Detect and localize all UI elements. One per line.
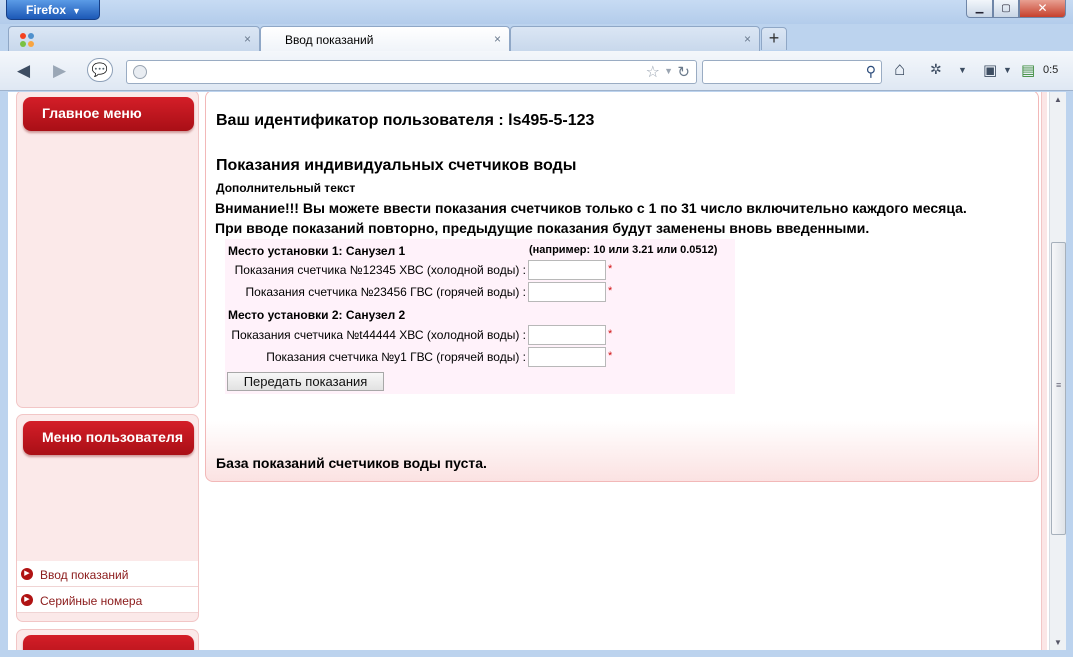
maximize-button[interactable]: ▢ xyxy=(993,0,1019,18)
joomla-icon xyxy=(20,33,34,47)
meter-input-cold-2[interactable] xyxy=(528,325,606,345)
home-icon[interactable]: ⌂ xyxy=(894,59,905,81)
search-icon[interactable]: ⚲ xyxy=(866,63,876,80)
arrow-bullet-icon: ▶ xyxy=(21,594,33,606)
location-label-1: Место установки 1: Санузел 1 xyxy=(228,244,406,258)
forward-arrow-icon[interactable]: ▶ xyxy=(53,61,66,81)
meter-label: Показания счетчика №12345 ХВС (холодной … xyxy=(234,263,526,277)
new-tab-button[interactable]: + xyxy=(761,27,787,50)
firefox-menu-label: Firefox xyxy=(26,3,67,17)
window-frame-left xyxy=(0,92,8,657)
tab-blank[interactable]: × xyxy=(510,26,760,51)
bookmark-star-icon[interactable]: ☆ xyxy=(646,62,660,82)
user-menu-module: Меню пользователя ▶ Ввод показаний ▶ Сер… xyxy=(16,414,199,622)
required-mark: * xyxy=(608,285,613,297)
meter-input-hot-1[interactable] xyxy=(528,282,606,302)
url-bar[interactable]: ☆ ▼ ↻ xyxy=(126,60,697,84)
history-dropdown-icon[interactable]: ▼ xyxy=(664,66,673,76)
required-mark: * xyxy=(608,350,613,362)
tab-joomla[interactable]: × xyxy=(8,26,260,51)
required-mark: * xyxy=(608,263,613,275)
chevron-down-icon[interactable]: ▼ xyxy=(1003,65,1012,75)
empty-database-message: База показаний счетчиков воды пуста. xyxy=(216,455,487,471)
search-input[interactable]: ⚲ xyxy=(702,60,882,84)
page-right-border xyxy=(1041,92,1047,650)
scroll-up-icon[interactable]: ▲ xyxy=(1054,95,1062,104)
meter-label: Показания счетчика №t44444 ХВС (холодной… xyxy=(231,328,526,342)
menu-link-serial-numbers[interactable]: ▶ Серийные номера xyxy=(17,587,198,613)
vertical-scrollbar[interactable]: ▲ ≡ ▼ xyxy=(1049,92,1066,650)
warning-text-2: При вводе показаний повторно, предыдущие… xyxy=(215,220,870,236)
meter-form: Место установки 1: Санузел 1 (например: … xyxy=(225,239,735,394)
arrow-bullet-icon: ▶ xyxy=(21,568,33,580)
tab-label: Ввод показаний xyxy=(285,33,374,47)
close-tab-icon[interactable]: × xyxy=(744,32,751,46)
globe-icon xyxy=(133,65,147,79)
minimize-button[interactable]: ▁ xyxy=(966,0,993,18)
window-frame-bottom xyxy=(0,650,1073,657)
grip-icon: ≡ xyxy=(1056,380,1062,390)
scroll-down-icon[interactable]: ▼ xyxy=(1054,638,1062,647)
menu-link-label: Ввод показаний xyxy=(40,568,129,582)
main-content: Ваш идентификатор пользователя : ls495-5… xyxy=(205,92,1039,482)
warning-text-1: Внимание!!! Вы можете ввести показания с… xyxy=(215,200,967,216)
user-menu-header: Меню пользователя xyxy=(23,421,194,455)
reload-icon[interactable]: ↻ xyxy=(677,63,690,81)
meter-input-hot-2[interactable] xyxy=(528,347,606,367)
addon-icon[interactable]: ✲ xyxy=(930,61,942,78)
chevron-down-icon[interactable]: ▼ xyxy=(958,65,967,75)
window-frame-right xyxy=(1066,92,1073,657)
meter-label: Показания счетчика №у1 ГВС (горячей воды… xyxy=(266,350,526,364)
firefox-menu-button[interactable]: Firefox ▼ xyxy=(6,0,100,20)
close-tab-icon[interactable]: × xyxy=(244,32,251,46)
extra-text: Дополнительный текст xyxy=(216,181,356,195)
page-viewport: Главное меню Меню пользователя ▶ Ввод по… xyxy=(8,92,1049,650)
back-arrow-icon[interactable]: ◀ xyxy=(17,61,30,81)
scrollbar-thumb[interactable]: ≡ xyxy=(1051,242,1066,535)
user-menu-list: ▶ Ввод показаний ▶ Серийные номера xyxy=(17,561,198,613)
window-titlebar: Firefox ▼ ▁ ▢ ✕ xyxy=(0,0,1073,24)
third-menu-header xyxy=(23,635,194,650)
location-label-2: Место установки 2: Санузел 2 xyxy=(228,308,406,322)
toolbar-counter: 0:5 xyxy=(1043,64,1059,76)
required-mark: * xyxy=(608,328,613,340)
main-menu-header: Главное меню xyxy=(23,97,194,131)
main-menu-module: Главное меню xyxy=(16,92,199,408)
chevron-down-icon: ▼ xyxy=(72,6,81,16)
close-tab-icon[interactable]: × xyxy=(494,32,501,46)
bookmarks-icon[interactable]: ▣ xyxy=(983,61,997,79)
tab-strip: × Ввод показаний × × + xyxy=(0,24,1073,51)
tab-active[interactable]: Ввод показаний × xyxy=(260,26,510,51)
clipboard-icon[interactable]: ▤ xyxy=(1021,61,1035,79)
navigation-toolbar: ◀ ▶ 💬 ☆ ▼ ↻ ⚲ ⌂ ✲ ▼ ▣ ▼ ▤ 0:5 xyxy=(0,51,1073,91)
example-hint: (например: 10 или 3.21 или 0.0512) xyxy=(529,244,718,256)
meter-label: Показания счетчика №23456 ГВС (горячей в… xyxy=(245,285,526,299)
submit-readings-button[interactable]: Передать показания xyxy=(227,372,384,391)
menu-link-label: Серийные номера xyxy=(40,594,143,608)
section-title: Показания индивидуальных счетчиков воды xyxy=(216,157,577,174)
user-id-heading: Ваш идентификатор пользователя : ls495-5… xyxy=(216,112,595,129)
third-menu-module xyxy=(16,629,199,650)
meter-input-cold-1[interactable] xyxy=(528,260,606,280)
menu-link-meter-input[interactable]: ▶ Ввод показаний xyxy=(17,561,198,587)
speech-bubble-icon[interactable]: 💬 xyxy=(87,58,113,82)
close-window-button[interactable]: ✕ xyxy=(1019,0,1066,18)
